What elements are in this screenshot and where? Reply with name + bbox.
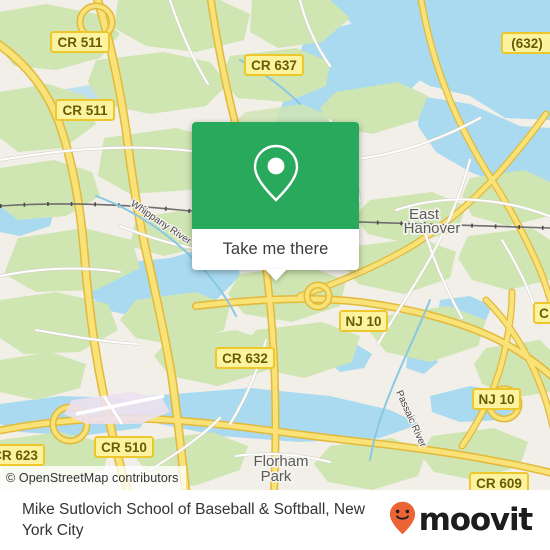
svg-text:CR 511: CR 511 (57, 35, 103, 50)
popup-action-bar[interactable]: Take me there (192, 229, 359, 281)
moovit-logo[interactable]: moovit (389, 501, 534, 540)
map-attribution[interactable]: © OpenStreetMap contributors (0, 466, 186, 490)
location-popup[interactable]: Take me there (192, 122, 359, 281)
road-shield: NJ 10 (339, 310, 388, 332)
place-label: Hanover (404, 220, 461, 237)
place-label: Park (261, 468, 292, 485)
road-shield: CR 511 (55, 99, 115, 121)
road-shield: CR 510 (94, 436, 154, 458)
river-label: Passaic River (393, 389, 428, 450)
location-pin-icon (250, 142, 302, 209)
road-shield: CR 632 (215, 347, 275, 369)
moovit-smiling-pin-icon (389, 501, 416, 540)
road-shield: CR 511 (50, 31, 110, 53)
svg-text:CR 609: CR 609 (476, 476, 522, 490)
svg-text:CR 637: CR 637 (251, 58, 297, 73)
svg-text:C: C (539, 306, 549, 321)
place-title: Mike Sutlovich School of Baseball & Soft… (22, 501, 365, 539)
svg-text:(632): (632) (511, 36, 543, 51)
take-me-there-label: Take me there (222, 240, 329, 258)
svg-text:NJ 10: NJ 10 (478, 392, 514, 407)
popup-tip (264, 269, 287, 281)
road-shield: NJ 10 (472, 388, 521, 410)
svg-text:CR 623: CR 623 (0, 448, 38, 463)
road-shield: CR 623 (0, 444, 45, 466)
svg-text:CR 511: CR 511 (62, 103, 108, 118)
moovit-wordmark: moovit (418, 502, 534, 538)
svg-text:NJ 10: NJ 10 (345, 314, 381, 329)
footer-bar: Mike Sutlovich School of Baseball & Soft… (0, 490, 550, 550)
road-shield: CR 637 (244, 54, 304, 76)
road-shield: C (533, 302, 550, 324)
road-shield: CR 609 (469, 472, 529, 490)
svg-text:CR 632: CR 632 (222, 351, 268, 366)
road-shield: (632) (501, 32, 550, 54)
svg-text:CR 510: CR 510 (101, 440, 147, 455)
popup-pin-panel (192, 122, 359, 229)
river-label: Whippany River (128, 198, 193, 247)
moovit-location-card: East Hanover Florham Park Whippany River… (0, 0, 550, 550)
